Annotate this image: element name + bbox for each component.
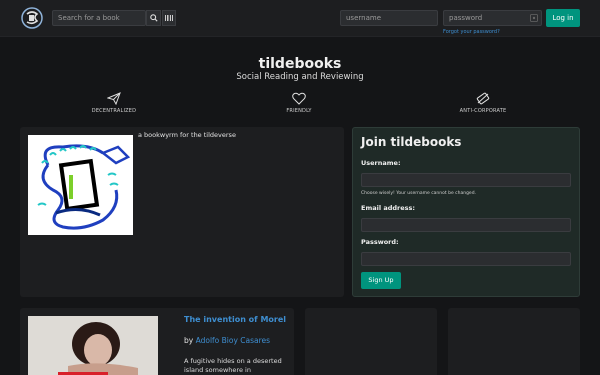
- email-label: Email address:: [361, 204, 415, 212]
- paper-plane-icon: [107, 92, 121, 105]
- book-card-placeholder: [448, 308, 580, 375]
- book-cover-image[interactable]: [28, 316, 158, 375]
- bookwyrm-logo-icon[interactable]: [21, 7, 43, 29]
- heart-icon: [292, 92, 306, 105]
- book-card: The invention of Morel by Adolfo Bioy Ca…: [20, 308, 294, 375]
- book-author-line: by Adolfo Bioy Casares: [184, 336, 270, 345]
- book-card-placeholder: [305, 308, 437, 375]
- feature-anti-corporate: ANTI-CORPORATE: [443, 92, 523, 114]
- barcode-icon: [165, 15, 173, 21]
- instance-logo-image: [28, 135, 133, 235]
- book-author-link[interactable]: Adolfo Bioy Casares: [196, 336, 270, 345]
- book-description: A fugitive hides on a deserted island so…: [184, 357, 282, 374]
- username-input[interactable]: username: [340, 10, 438, 26]
- instance-description: a bookwyrm for the tildeverse: [138, 131, 236, 139]
- feature-decentralized: DECENTRALIZED: [74, 92, 154, 114]
- site-subtitle: Social Reading and Reviewing: [236, 72, 364, 82]
- site-title: tildebooks: [258, 56, 342, 72]
- feature-label: FRIENDLY: [286, 108, 312, 114]
- navbar: Search for a book username password Forg…: [0, 0, 600, 37]
- search-icon: [149, 14, 158, 22]
- username-help-text: Choose wisely! Your username cannot be c…: [361, 191, 476, 196]
- login-button[interactable]: Log in: [546, 9, 580, 27]
- book-cover-art: [28, 316, 158, 375]
- barcode-scan-button[interactable]: [162, 10, 176, 26]
- no-ticket-icon: [476, 92, 490, 105]
- feature-label: ANTI-CORPORATE: [459, 108, 507, 114]
- book-title-link[interactable]: The invention of Morel: [184, 315, 288, 325]
- feature-friendly: FRIENDLY: [259, 92, 339, 114]
- search-button[interactable]: [146, 10, 161, 26]
- bookwyrm-dragon-logo-icon: [37, 144, 131, 230]
- forgot-password-link[interactable]: Forgot your password?: [443, 29, 500, 35]
- password-manager-icon[interactable]: [530, 14, 538, 22]
- register-username-input[interactable]: [361, 173, 571, 187]
- search-input[interactable]: Search for a book: [52, 10, 146, 26]
- signup-button[interactable]: Sign Up: [361, 272, 401, 289]
- join-panel: Join tildebooks Username: Choose wisely!…: [352, 127, 580, 297]
- by-label: by: [184, 336, 196, 345]
- register-email-input[interactable]: [361, 218, 571, 232]
- register-password-input[interactable]: [361, 252, 571, 266]
- join-title: Join tildebooks: [361, 135, 462, 149]
- feature-label: DECENTRALIZED: [91, 108, 137, 114]
- password-input[interactable]: password: [443, 10, 542, 26]
- password-label: Password:: [361, 238, 399, 246]
- username-label: Username:: [361, 159, 401, 167]
- about-panel: a bookwyrm for the tildeverse: [20, 127, 344, 297]
